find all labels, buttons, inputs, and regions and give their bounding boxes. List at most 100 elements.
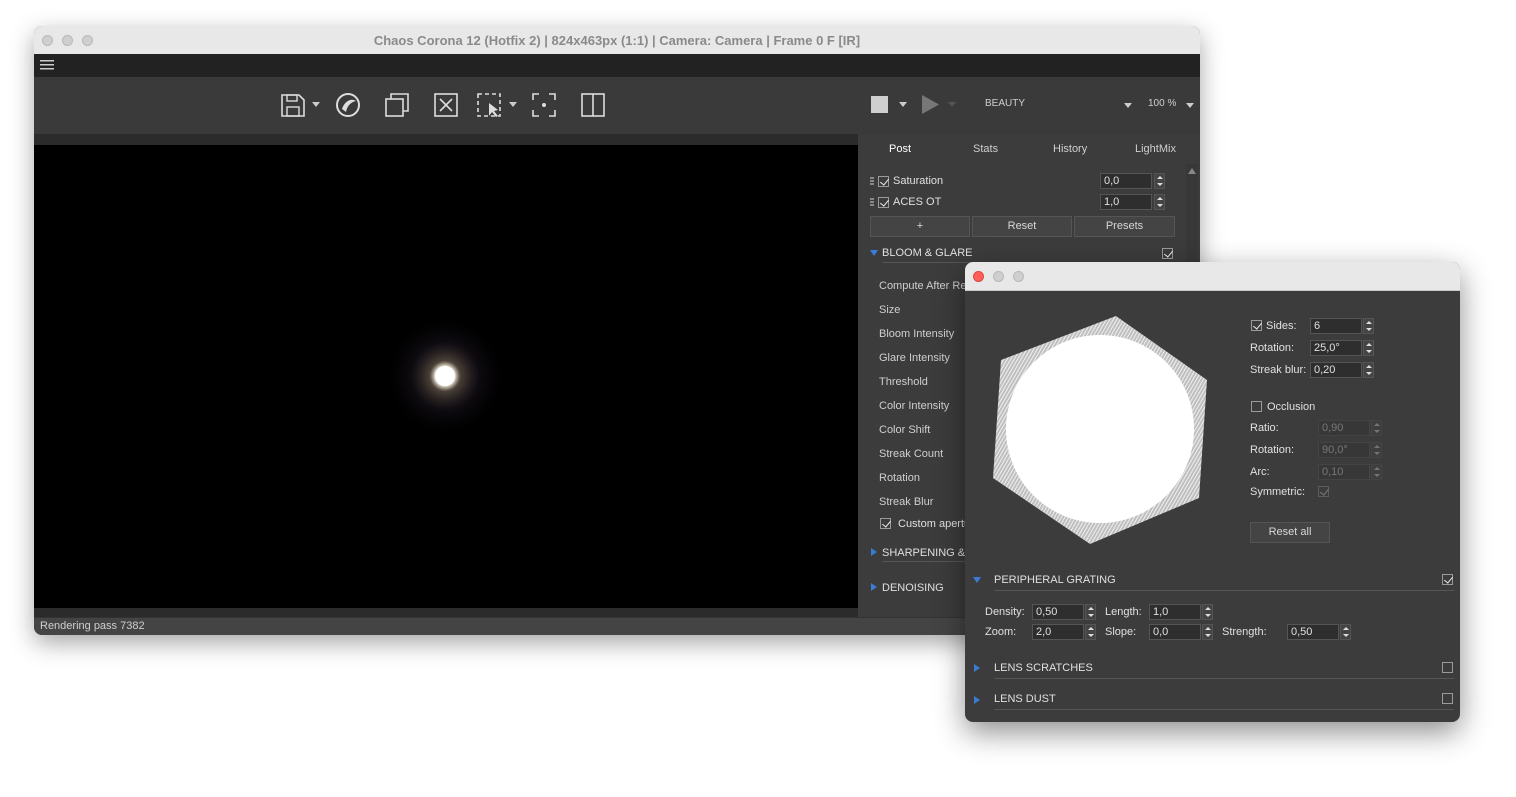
length-stepper[interactable] xyxy=(1202,604,1213,620)
peripheral-grating-header[interactable]: PERIPHERAL GRATING xyxy=(994,574,1116,586)
sides-field[interactable]: 6 xyxy=(1310,318,1362,334)
window-title: Chaos Corona 12 (Hotfix 2) | 824x463px (… xyxy=(373,33,861,48)
render-pass-select[interactable]: BEAUTY xyxy=(985,98,1025,109)
arc-label: Arc: xyxy=(1250,466,1270,478)
saturation-field[interactable]: 0,0 xyxy=(1100,173,1152,189)
custom-aperture-dialog: Sides: 6 Rotation: 25,0° Streak blur: 0,… xyxy=(965,262,1460,722)
ratio-stepper[interactable] xyxy=(1371,420,1382,436)
occlusion-rotation-stepper[interactable] xyxy=(1371,442,1382,458)
sides-checkbox[interactable] xyxy=(1251,320,1262,331)
lens-dust-header[interactable]: LENS DUST xyxy=(994,693,1056,705)
lens-scratches-header[interactable]: LENS SCRATCHES xyxy=(994,662,1093,674)
expand-arrow-icon[interactable] xyxy=(974,696,980,704)
aces-ot-field[interactable]: 1,0 xyxy=(1100,194,1152,210)
bloom-glare-header[interactable]: BLOOM & GLARE xyxy=(882,247,972,259)
zoom-select[interactable]: 100 % xyxy=(1148,98,1176,109)
split-view-icon[interactable] xyxy=(580,92,606,118)
symmetric-checkbox[interactable] xyxy=(1318,486,1329,497)
region-select-icon[interactable] xyxy=(476,92,502,118)
ratio-field[interactable]: 0,90 xyxy=(1318,420,1370,436)
saturation-stepper[interactable] xyxy=(1154,173,1165,189)
peripheral-grating-checkbox[interactable] xyxy=(1442,574,1453,585)
tab-stats[interactable]: Stats xyxy=(973,143,998,155)
center-focus-icon[interactable] xyxy=(531,92,557,118)
color-shift-label: Color Shift xyxy=(879,424,931,436)
sides-label: Sides: xyxy=(1266,320,1297,332)
zoom-label: Zoom: xyxy=(985,626,1017,638)
strength-stepper[interactable] xyxy=(1340,624,1351,640)
duplicate-icon[interactable] xyxy=(384,92,410,118)
compute-after-label: Compute After Re xyxy=(879,280,967,292)
zoom-field[interactable]: 2,0 xyxy=(1032,624,1084,640)
density-field[interactable]: 0,50 xyxy=(1032,604,1084,620)
length-label: Length: xyxy=(1105,606,1142,618)
arc-stepper[interactable] xyxy=(1371,464,1382,480)
start-render-icon[interactable] xyxy=(922,95,939,114)
drag-handle-icon[interactable] xyxy=(870,198,874,206)
slope-stepper[interactable] xyxy=(1202,624,1213,640)
bloom-intensity-label: Bloom Intensity xyxy=(879,328,955,340)
reset-button[interactable]: Reset xyxy=(972,216,1072,237)
save-dropdown-icon[interactable] xyxy=(312,102,320,107)
zoom-dialog-button[interactable] xyxy=(1013,271,1024,282)
add-operator-button[interactable]: + xyxy=(870,216,970,237)
streak-blur-field[interactable]: 0,20 xyxy=(1310,362,1362,378)
corona-logo-icon[interactable] xyxy=(335,92,361,118)
occlusion-rotation-field[interactable]: 90,0° xyxy=(1318,442,1370,458)
title-bar: Chaos Corona 12 (Hotfix 2) | 824x463px (… xyxy=(34,26,1200,55)
zoom-stepper[interactable] xyxy=(1085,624,1096,640)
start-dropdown-icon[interactable] xyxy=(948,102,956,107)
rotation-field[interactable]: 25,0° xyxy=(1310,340,1362,356)
strength-field[interactable]: 0,50 xyxy=(1287,624,1339,640)
sides-stepper[interactable] xyxy=(1363,318,1374,334)
close-dialog-button[interactable] xyxy=(973,271,984,282)
slope-label: Slope: xyxy=(1105,626,1137,638)
zoom-dropdown-icon[interactable] xyxy=(1186,103,1194,108)
expand-arrow-icon[interactable] xyxy=(870,250,878,256)
density-stepper[interactable] xyxy=(1085,604,1096,620)
occlusion-rotation-label: Rotation: xyxy=(1250,444,1295,456)
rotation-label: Rotation xyxy=(879,472,920,484)
drag-handle-icon[interactable] xyxy=(870,177,874,185)
slope-field[interactable]: 0,0 xyxy=(1149,624,1201,640)
custom-aperture-checkbox[interactable] xyxy=(880,518,891,529)
lens-dust-checkbox[interactable] xyxy=(1442,693,1453,704)
minimize-dialog-button[interactable] xyxy=(993,271,1004,282)
tab-lightmix[interactable]: LightMix xyxy=(1135,143,1176,155)
lens-scratches-checkbox[interactable] xyxy=(1442,662,1453,673)
dialog-title-bar xyxy=(965,262,1460,291)
section-divider xyxy=(994,709,1454,710)
stop-render-button[interactable] xyxy=(871,96,888,113)
expand-arrow-icon[interactable] xyxy=(871,548,877,556)
tab-history[interactable]: History xyxy=(1053,143,1087,155)
aperture-preview xyxy=(993,316,1207,544)
presets-button[interactable]: Presets xyxy=(1074,216,1175,237)
expand-arrow-icon[interactable] xyxy=(974,664,980,672)
save-icon[interactable] xyxy=(280,92,306,118)
bloom-light-spot xyxy=(383,314,507,438)
sharpening-header[interactable]: SHARPENING & B xyxy=(882,547,976,559)
rotation-stepper[interactable] xyxy=(1363,340,1374,356)
expand-arrow-icon[interactable] xyxy=(973,577,981,583)
custom-aperture-label: Custom apertu xyxy=(898,518,971,530)
occlusion-checkbox[interactable] xyxy=(1251,401,1262,412)
clear-icon[interactable] xyxy=(433,92,459,118)
bloom-glare-enable-checkbox[interactable] xyxy=(1162,248,1173,259)
saturation-checkbox[interactable] xyxy=(878,176,889,187)
length-field[interactable]: 1,0 xyxy=(1149,604,1201,620)
streak-blur-stepper[interactable] xyxy=(1363,362,1374,378)
stop-dropdown-icon[interactable] xyxy=(899,102,907,107)
aces-ot-checkbox[interactable] xyxy=(878,197,889,208)
region-dropdown-icon[interactable] xyxy=(509,102,517,107)
denoising-header[interactable]: DENOISING xyxy=(882,582,944,594)
section-divider xyxy=(994,678,1454,679)
expand-arrow-icon[interactable] xyxy=(871,583,877,591)
reset-all-button[interactable]: Reset all xyxy=(1250,522,1330,543)
aces-ot-stepper[interactable] xyxy=(1154,194,1165,210)
glare-intensity-label: Glare Intensity xyxy=(879,352,950,364)
tab-post[interactable]: Post xyxy=(889,143,911,155)
hamburger-menu-icon[interactable] xyxy=(40,59,54,71)
arc-field[interactable]: 0,10 xyxy=(1318,464,1370,480)
render-pass-dropdown-icon[interactable] xyxy=(1124,103,1132,108)
render-viewport[interactable] xyxy=(34,134,858,618)
